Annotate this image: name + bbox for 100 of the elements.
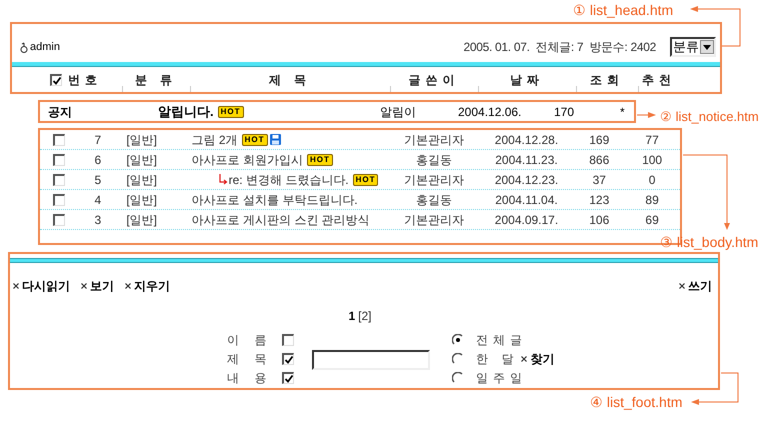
- notice-views: 170: [554, 104, 576, 120]
- post-row[interactable]: 7 [일반] 그림 2개 HOT 기본관리자 2004.12.28. 169 77: [40, 130, 680, 150]
- post-category: [일반]: [126, 192, 157, 208]
- hot-badge: HOT: [218, 106, 244, 118]
- post-title[interactable]: 아사프로 회원가입시: [192, 150, 303, 168]
- search-field-label: 이 름: [227, 332, 274, 349]
- post-views: 123: [589, 192, 610, 208]
- post-category: [일반]: [126, 212, 157, 228]
- period-label: 일주일: [476, 370, 527, 387]
- period-label: 한 달: [476, 351, 518, 368]
- search-field-label: 제 목: [227, 351, 274, 368]
- column-header: 제 목: [268, 72, 312, 88]
- bullet-icon: [80, 282, 88, 290]
- post-views: 37: [592, 172, 606, 188]
- checkbox[interactable]: [50, 74, 62, 86]
- checkbox[interactable]: [52, 154, 65, 166]
- post-views: 866: [589, 152, 610, 168]
- post-title[interactable]: 아사프로 게시판의 스킨 관리방식: [192, 210, 370, 228]
- column-header: 날짜: [510, 72, 544, 88]
- post-row[interactable]: 4 [일반] 아사프로 설치를 부탁드립니다. 홍길동 2004.11.04. 123 89: [40, 190, 680, 210]
- period-label: 전체글: [476, 332, 527, 349]
- post-date: 2004.09.17.: [494, 212, 558, 228]
- column-header: 추천: [642, 72, 676, 88]
- callout-label: ① list_head.htm: [573, 1, 674, 20]
- post-category: [일반]: [126, 172, 157, 188]
- bullet-icon: [520, 355, 528, 363]
- post-number: 6: [94, 152, 102, 168]
- page-link[interactable]: 1: [348, 307, 356, 325]
- dropdown-button[interactable]: [700, 40, 714, 54]
- post-author: 홍길동: [416, 192, 452, 208]
- post-recommend: 89: [645, 192, 659, 208]
- search-field-label: 내 용: [227, 370, 274, 387]
- action-link[interactable]: 지우기: [124, 277, 170, 295]
- notice-row[interactable]: 공지 알립니다. HOT 알림이 2004.12.06. 170 *: [38, 100, 636, 123]
- post-number: 7: [94, 132, 102, 148]
- hot-badge: HOT: [242, 134, 268, 146]
- post-title[interactable]: re: 변경해 드렸습니다.: [228, 170, 349, 188]
- action-link[interactable]: 다시읽기: [12, 277, 70, 295]
- checkbox[interactable]: [52, 174, 65, 186]
- post-date: 2004.12.28.: [494, 132, 558, 148]
- hot-badge: HOT: [306, 154, 333, 166]
- column-header: 분 류: [134, 72, 178, 88]
- post-author: 기본관리자: [404, 172, 464, 188]
- search-input[interactable]: [312, 350, 430, 370]
- callout-label: ② list_notice.htm: [660, 108, 759, 126]
- caret-icon: [703, 44, 711, 50]
- radio-button[interactable]: [452, 353, 464, 365]
- column-header: 번호: [68, 72, 102, 88]
- write-link[interactable]: 쓰기: [678, 277, 712, 295]
- post-category: [일반]: [126, 152, 157, 168]
- post-recommend: 0: [648, 172, 656, 188]
- column-header: 조회: [590, 72, 624, 88]
- checkbox[interactable]: [282, 372, 294, 384]
- post-number: 3: [94, 212, 102, 228]
- notice-title[interactable]: 알립니다.: [158, 102, 214, 122]
- bullet-icon: [124, 282, 132, 290]
- post-category: [일반]: [126, 132, 157, 148]
- post-date: 2004.12.23.: [494, 172, 558, 188]
- post-row[interactable]: 5 [일반] re: 변경해 드렸습니다. HOT 기본관리자 2004.12.23. 37 0: [40, 170, 680, 190]
- hot-badge: HOT: [352, 174, 378, 186]
- checkbox[interactable]: [52, 214, 65, 226]
- search-link[interactable]: 찾기: [520, 350, 554, 368]
- post-views: 106: [589, 212, 610, 228]
- post-title[interactable]: 아사프로 설치를 부탁드립니다.: [192, 190, 358, 208]
- post-row[interactable]: 6 [일반] 아사프로 회원가입시 HOT 홍길동 2004.11.23. 866 100: [40, 150, 680, 170]
- user-name: admin: [30, 40, 60, 55]
- bullet-icon: [12, 282, 20, 290]
- post-date: 2004.11.04.: [495, 192, 558, 208]
- callout-arrow: [636, 112, 656, 118]
- user-icon: [20, 42, 28, 52]
- notice-author: 알림이: [380, 104, 417, 120]
- post-author: 기본관리자: [404, 212, 464, 228]
- category-select[interactable]: 분류: [670, 37, 716, 57]
- post-number: 4: [94, 192, 102, 208]
- column-header: 글쓴이: [408, 72, 460, 88]
- bullet-icon: [678, 282, 686, 290]
- notice-date: 2004.12.06.: [458, 104, 522, 120]
- post-views: 169: [589, 132, 610, 148]
- checkbox[interactable]: [52, 194, 65, 206]
- post-date: 2004.11.23.: [495, 152, 558, 168]
- post-title[interactable]: 그림 2개: [192, 130, 238, 148]
- post-recommend: 100: [642, 152, 662, 168]
- checkbox[interactable]: [52, 134, 65, 146]
- action-link[interactable]: 보기: [80, 277, 114, 295]
- radio-button[interactable]: [452, 334, 464, 346]
- post-author: 홍길동: [416, 152, 452, 168]
- callout-label: ④ list_foot.htm: [590, 393, 682, 412]
- callout-arrow: [691, 372, 738, 405]
- page-link[interactable]: [2]: [358, 307, 372, 325]
- post-author: 기본관리자: [404, 132, 464, 148]
- checkbox[interactable]: [282, 353, 294, 365]
- notice-label: 공지: [47, 104, 73, 120]
- radio-button[interactable]: [452, 372, 464, 384]
- post-row[interactable]: 3 [일반] 아사프로 게시판의 스킨 관리방식 기본관리자 2004.09.17. 106 69: [40, 210, 680, 230]
- notice-recommend: *: [620, 104, 625, 120]
- post-recommend: 77: [645, 132, 659, 148]
- post-recommend: 69: [645, 212, 659, 228]
- post-number: 5: [94, 172, 102, 188]
- board-stats: 2005. 01. 07. 전체글: 7 방문수: 2402: [463, 39, 656, 56]
- checkbox[interactable]: [282, 334, 294, 346]
